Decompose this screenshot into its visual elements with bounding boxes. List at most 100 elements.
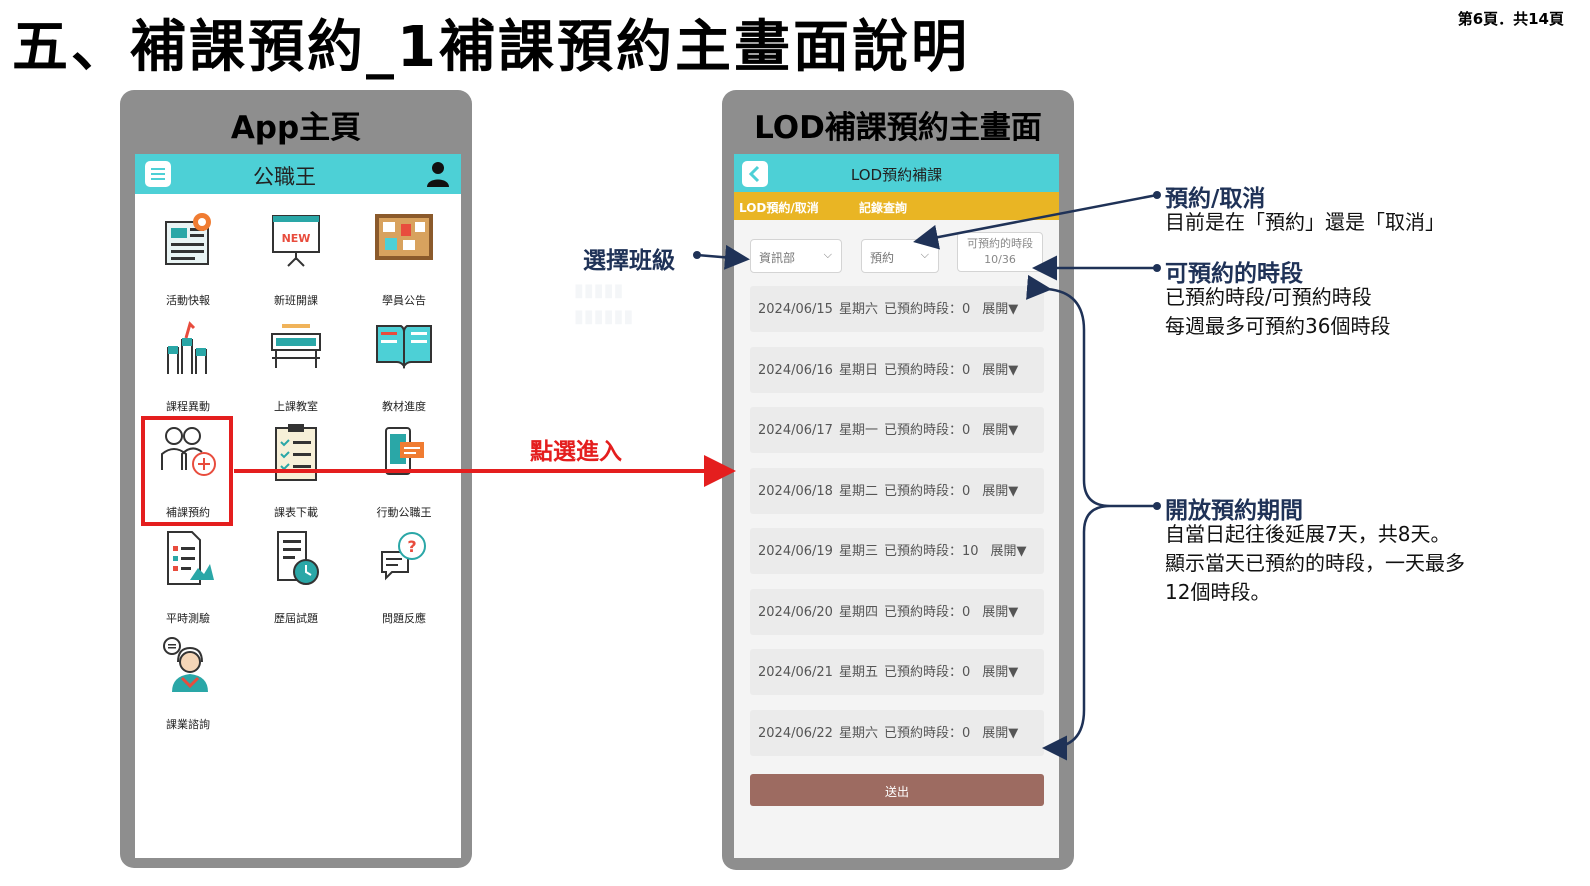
lod-header: LOD預約補課 [734,154,1059,192]
date-text: 2024/06/18 [758,483,833,499]
booked-count: 0 [961,483,971,499]
date-text: 2024/06/21 [758,665,833,680]
advisor-headset-icon [163,637,208,692]
svg-text:NEW: NEW [282,232,311,245]
menu-item-schedule-download[interactable]: 課表下載 [246,422,346,520]
checklist-icon [275,424,317,481]
booked-label: 已預約時段： [883,302,962,317]
menu-item-feedback[interactable]: ? 問題反應 [354,528,454,626]
date-row[interactable]: 2024/06/17 星期一 已預約時段：0 展開▼ [750,407,1044,453]
booked-count: 0 [961,302,971,317]
booked-label: 已預約時段： [883,725,962,741]
available-slots-annotation-text: 已預約時段/可預約時段 每週最多可預約36個時段 [1165,285,1391,338]
expand-toggle[interactable]: 展開▼ [982,363,1018,378]
news-icon [165,213,211,265]
booked-count: 0 [961,362,971,378]
svg-text:?: ? [407,537,416,556]
booked-count: 10 [961,544,979,559]
booked-label: 已預約時段： [883,362,962,378]
lod-frame: LOD補課預約主畫面 LOD預約補課 LOD預約/取消 記錄查詢 資訊部 ⌵ 預… [722,90,1074,870]
tab-reserve-cancel[interactable]: LOD預約/取消 [739,199,819,216]
weekday-text: 星期四 [838,604,878,620]
menu-item-classroom[interactable]: 上課教室 [246,316,346,414]
expand-toggle[interactable]: 展開▼ [982,665,1018,680]
reserve-cancel-annotation-text: 目前是在「預約」還是「取消」 [1165,210,1445,234]
expand-toggle[interactable]: 展開▼ [982,302,1018,317]
lod-screen: LOD預約補課 LOD預約/取消 記錄查詢 資訊部 ⌵ 預約 ⌵ 可預約的時段 … [734,154,1059,858]
expand-toggle[interactable]: 展開▼ [982,484,1018,499]
weekday-text: 星期二 [838,483,878,499]
tab-records[interactable]: 記錄查詢 [859,199,907,216]
watermark: ▮▮▮▮▮ ▮▮▮▮▮▮ [574,280,634,327]
date-row[interactable]: 2024/06/19 星期三 已預約時段：10 展開▼ [750,528,1044,574]
weekday-text: 星期三 [838,544,878,559]
expand-toggle[interactable]: 展開▼ [991,544,1027,559]
chevron-down-icon: ⌵ [823,248,832,261]
app-logo: 公職王 [253,165,316,189]
date-row[interactable]: 2024/06/18 星期二 已預約時段：0 展開▼ [750,467,1044,514]
expand-toggle[interactable]: 展開▼ [982,423,1018,438]
app-header: 公職王 [135,154,461,194]
booked-label: 已預約時段： [883,665,962,680]
expand-toggle[interactable]: 展開▼ [982,726,1018,741]
menu-item-activity-news[interactable]: 活動快報 [138,210,238,308]
date-row[interactable]: 2024/06/16 星期日 已預約時段：0 展開▼ [750,346,1044,393]
date-text: 2024/06/16 [758,362,833,378]
date-row[interactable]: 2024/06/21 星期五 已預約時段：0 展開▼ [750,649,1044,695]
exam-paper-icon [167,531,214,585]
document-clock-icon [277,531,319,585]
submit-button[interactable]: 送出 [750,774,1044,806]
date-text: 2024/06/22 [758,725,833,741]
menu-item-quiz[interactable]: 平時測驗 [138,528,238,626]
booked-count: 0 [961,665,971,680]
booked-label: 已預約時段： [883,544,962,559]
weekday-text: 星期一 [838,423,878,438]
menu-item-course-change[interactable]: 課程異動 [138,316,238,414]
weekday-text: 星期五 [838,665,878,680]
new-board-icon: NEW [272,215,320,267]
weekday-text: 星期六 [838,725,878,741]
lod-header-title: LOD預約補課 [850,166,943,184]
expand-toggle[interactable]: 展開▼ [982,605,1018,620]
mode-select[interactable]: 預約 ⌵ [861,239,939,273]
select-class-annotation: 選擇班級 [583,248,675,274]
makeup-booking-highlight [141,416,233,526]
open-book-icon [376,325,432,369]
user-icon[interactable] [425,160,451,188]
page-number: 第6頁．共14頁 [1457,10,1564,28]
page-title: 五、補課預約_1補課預約主畫面說明 [12,15,970,80]
date-row[interactable]: 2024/06/15 星期六 已預約時段：0 展開▼ [750,286,1044,332]
mobile-phone-icon [385,427,424,475]
menu-item-material-progress[interactable]: 教材進度 [354,316,454,414]
open-period-annotation-text: 自當日起往後延展7天，共8天。 顯示當天已預約的時段，一天最多 12個時段。 [1165,522,1465,604]
lod-tab-bar: LOD預約/取消 記錄查詢 [734,192,1059,220]
arrow-label: 點選進入 [530,439,622,465]
date-text: 2024/06/20 [758,604,833,620]
class-select[interactable]: 資訊部 ⌵ [750,239,842,273]
date-text: 2024/06/19 [758,544,833,559]
menu-item-mobile-app[interactable]: 行動公職王 [354,422,454,520]
weekday-text: 星期日 [838,362,878,378]
menu-item-student-announcement[interactable]: 學員公告 [354,210,454,308]
date-row[interactable]: 2024/06/20 星期四 已預約時段：0 展開▼ [750,588,1044,635]
booked-count: 0 [961,423,971,438]
booked-label: 已預約時段： [883,604,962,620]
date-text: 2024/06/17 [758,423,833,438]
date-text: 2024/06/15 [758,302,833,317]
available-slots-box: 可預約的時段 10/36 [957,232,1043,272]
chevron-down-icon: ⌵ [920,248,929,261]
date-row[interactable]: 2024/06/22 星期六 已預約時段：0 展開▼ [750,709,1044,756]
booked-count: 0 [961,604,971,620]
menu-item-academic-advice[interactable]: 課業諮詢 [138,634,238,732]
bulletin-board-icon [375,214,433,260]
menu-icon[interactable] [145,161,171,187]
question-chat-icon: ? [381,532,426,581]
app-home-frame-title: App主頁 [230,110,362,146]
classroom-desk-icon [271,324,321,368]
menu-item-new-class[interactable]: NEW 新班開課 [246,210,346,308]
menu-item-past-exams[interactable]: 歷屆試題 [246,528,346,626]
weekday-text: 星期六 [838,302,878,317]
booked-label: 已預約時段： [883,483,962,499]
hands-raised-icon [167,321,207,374]
booked-label: 已預約時段： [883,423,962,438]
